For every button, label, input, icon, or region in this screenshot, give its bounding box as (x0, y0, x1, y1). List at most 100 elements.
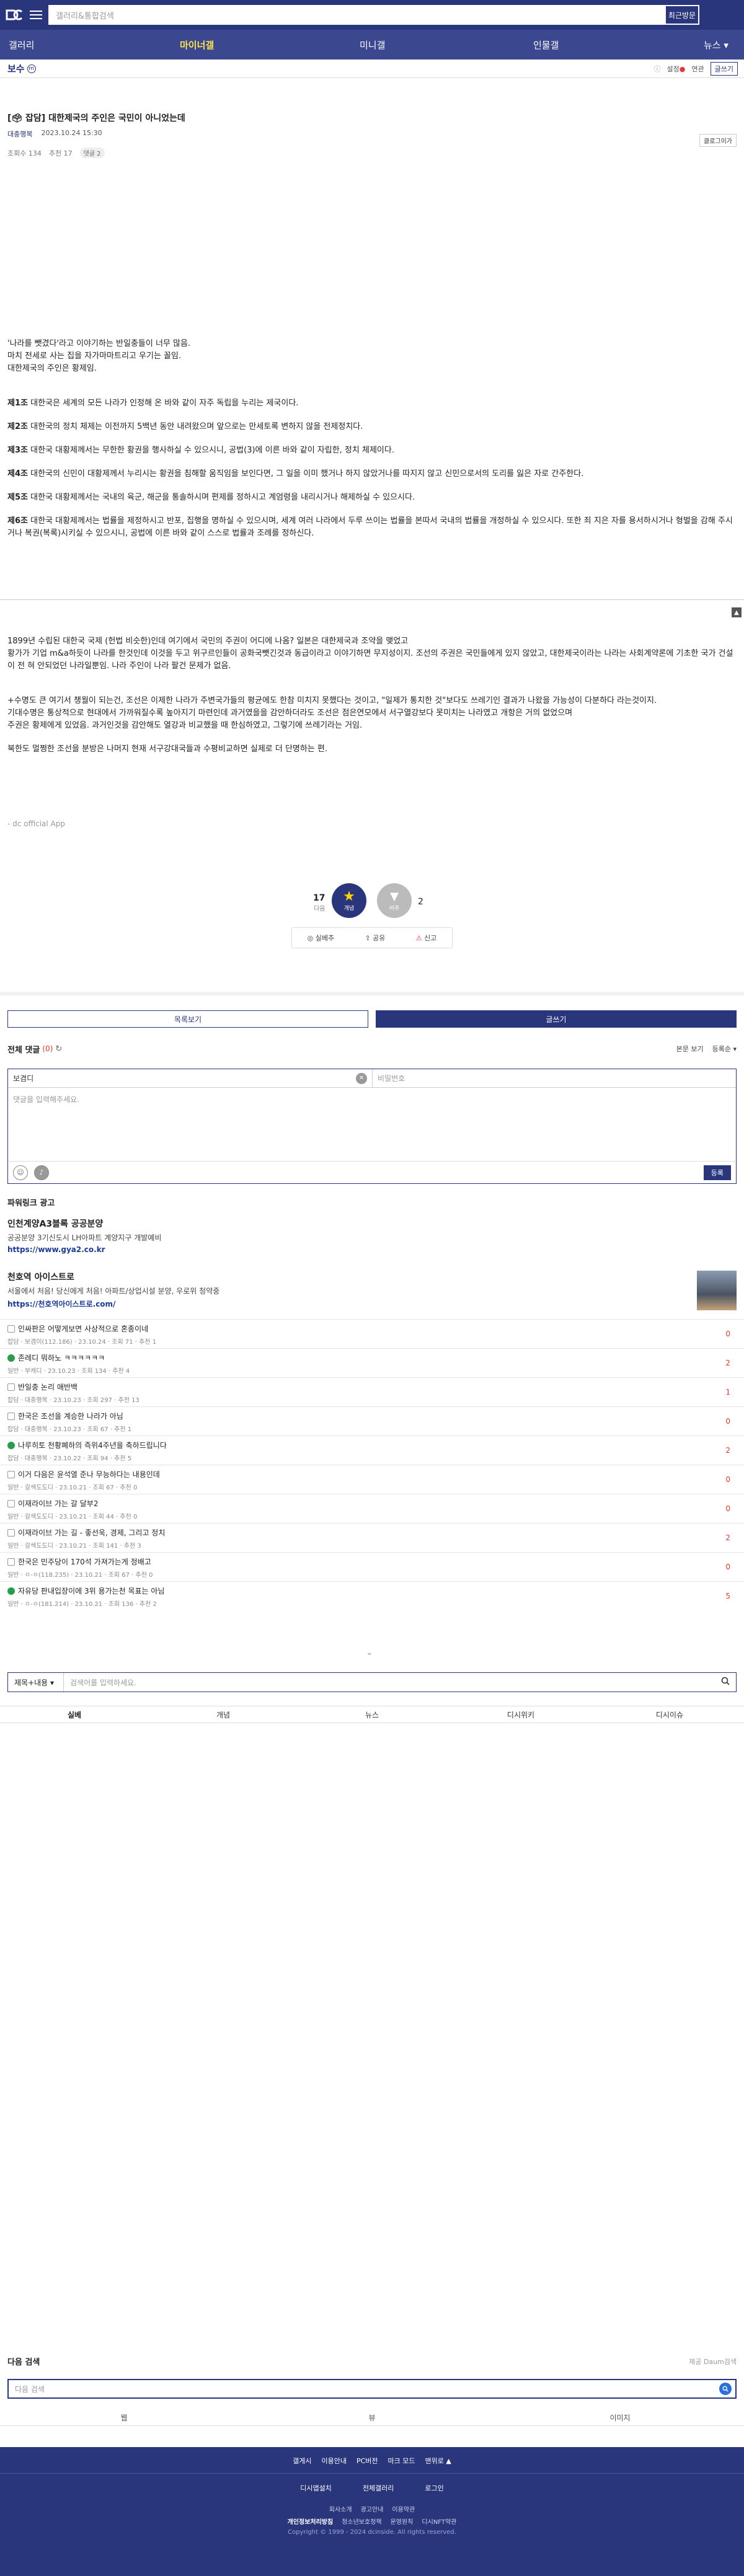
ad-image[interactable] (697, 1271, 737, 1310)
item-title: 인싸판은 어떻게보면 사상적으로 혼종이네 (18, 1325, 149, 1333)
footer-link[interactable]: 광고안내 (361, 2504, 384, 2513)
password-field[interactable]: 비밀번호 (373, 1069, 736, 1088)
ad-item[interactable]: 인천계양A3블록 공공분양 공공분양 3기신도시 LH아파트 계양지구 개발예비… (7, 1217, 737, 1254)
comments-count: (0) (42, 1044, 53, 1053)
footer-link[interactable]: 갤게시 (293, 2456, 311, 2466)
list-item[interactable]: 존레디 뭐하노 ㅋㅋㅋㅋㅋㅋ 일반 · 부캐디 · 23.10.23 · 조회 1… (0, 1348, 744, 1377)
settings-link[interactable]: 설정● (667, 64, 686, 74)
nav-minor-gallery[interactable]: 마이너갤 (180, 30, 214, 60)
nav-mini-gallery[interactable]: 미니갤 (360, 30, 385, 60)
app-signature: - dc official App (7, 819, 65, 828)
bottom-tabs: 실베 개념 뉴스 디시위키 디시이슈 (0, 1706, 744, 1723)
comment-textarea[interactable]: 댓글을 입력해주세요. (13, 1094, 79, 1105)
voice-comment-icon[interactable]: ♪ (34, 1165, 49, 1180)
article-5: 제5조 대한국 대황제께서는 국내의 육군, 해군을 통솔하시며 편제를 정하시… (7, 492, 737, 504)
list-item[interactable]: 인싸판은 어떻게보면 사상적으로 혼종이네 잡담 · 보겸이(112.186) ·… (0, 1319, 744, 1348)
gallery-name[interactable]: 보수 (7, 62, 25, 75)
item-meta: 일반 · ㅇ-ㅇ(181.214) · 23.10.21 · 조회 136 · … (7, 1601, 157, 1608)
scroll-toggle-icon[interactable]: ▲ (732, 607, 742, 617)
item-comment-count: 0 (725, 1330, 730, 1338)
share-button[interactable]: ⇪ 공유 (365, 933, 385, 943)
footer-link[interactable]: 청소년보호정책 (342, 2516, 381, 2526)
write-button-top[interactable]: 글쓰기 (710, 62, 738, 76)
search-icon[interactable] (721, 1677, 730, 1688)
daum-search-input[interactable]: 다음 검색 (7, 2379, 737, 2399)
footer-link[interactable]: 디시앱설치 (300, 2483, 332, 2493)
footer-link[interactable]: 개인정보처리방침 (288, 2516, 334, 2526)
up-count-number: 17 (313, 893, 326, 903)
tab-best[interactable]: 실베 (0, 1706, 149, 1722)
ad-link[interactable]: https://www.gya2.co.kr (7, 1245, 737, 1254)
footer-link[interactable]: PC버전 (356, 2456, 378, 2466)
list-item[interactable]: 자유당 판내입장이에 3위 용가는천 목표는 아님 일반 · ㅇ-ㅇ(181.21… (0, 1581, 744, 1610)
image-icon (7, 1383, 15, 1391)
gallery-search-input[interactable]: 검색어를 입력하세요. (64, 1677, 136, 1688)
body-line: +수명도 큰 여기서 챙월이 되는건, 조선은 이제한 나라가 주변국가들의 평… (7, 696, 657, 705)
chevron-down-icon[interactable]: ⌄ (366, 1647, 373, 1657)
list-item[interactable]: 나루히토 천황폐하의 즉위4주년을 축하드립니다 잡담 · 대충행복 · 23.1… (0, 1436, 744, 1465)
recent-visits-button[interactable]: 최근방문 (665, 5, 699, 25)
ad-desc: 공공분양 3기신도시 LH아파트 계양지구 개발예비 (7, 1233, 162, 1242)
footer-link[interactable]: 회사소개 (329, 2504, 352, 2513)
search-icon[interactable] (719, 2383, 732, 2395)
dc-logo[interactable] (4, 4, 25, 25)
ad-item[interactable]: 천호역 아이스트로 서울에서 처음! 당신에게 처음! 아파트/상업시설 분양,… (7, 1271, 737, 1314)
clear-icon[interactable]: ✕ (356, 1072, 367, 1084)
back-to-top-link[interactable]: 맨위로 ▲ (425, 2456, 451, 2466)
search-type-select[interactable]: 제목+내용 ▾ (8, 1673, 64, 1692)
footer-link[interactable]: 이용약관 (392, 2504, 415, 2513)
footer-link[interactable]: 마크 모드 (388, 2456, 415, 2466)
upvote-button[interactable]: ★ 개념 (332, 883, 366, 918)
post-author[interactable]: 대충행복 (7, 129, 32, 139)
sort-select[interactable]: 등록순 ▾ (712, 1044, 737, 1054)
list-item[interactable]: 이거 다음은 윤석열 준나 무능하다는 내용인데 일반 · 갈색도도디 · 23.… (0, 1465, 744, 1494)
list-button[interactable]: 목록보기 (7, 1010, 368, 1028)
footer-link[interactable]: 전체갤러리 (363, 2483, 394, 2493)
list-item[interactable]: 반일충 논리 애반백 잡담 · 대충행복 · 23.10.23 · 조회 297 … (0, 1377, 744, 1406)
nav-news[interactable]: 뉴스 ▾ (704, 30, 728, 60)
item-meta: 잡담 · 대충행복 · 23.10.23 · 조회 67 · 추천 1 (7, 1426, 132, 1433)
list-item[interactable]: 한국은 조선을 계승한 나라가 아님 잡담 · 대충행복 · 23.10.23 ·… (0, 1406, 744, 1436)
nav-gallery[interactable]: 갤러리 (9, 30, 34, 60)
nickname-field[interactable]: 보겸디 ✕ (8, 1069, 373, 1088)
footer-link[interactable]: 이용안내 (322, 2456, 347, 2466)
refresh-icon[interactable]: ↻ (55, 1044, 62, 1054)
tab-image[interactable]: 이미지 (496, 2410, 744, 2425)
item-comment-count: 0 (725, 1417, 730, 1426)
footer-link[interactable]: 로그인 (425, 2483, 443, 2493)
tab-dcwiki[interactable]: 디시위키 (446, 1706, 595, 1722)
ad-link[interactable]: https://천호역아이스트로.com/ (7, 1299, 737, 1309)
minor-gallery-badge: m (27, 64, 36, 73)
footer-link[interactable]: 운영원칙 (391, 2516, 414, 2526)
comment-submit-button[interactable]: 등록 (703, 1165, 731, 1180)
vote-area: 17 다음 ★ 개념 ▼ 비추 2 (0, 883, 744, 920)
tab-concept[interactable]: 개념 (149, 1706, 298, 1722)
tab-view[interactable]: 뷰 (248, 2410, 496, 2425)
menu-icon[interactable] (30, 9, 42, 21)
tab-news[interactable]: 뉴스 (298, 1706, 446, 1722)
top-bar: 갤러리&통합검색 최근방문 (0, 0, 744, 30)
nav-person-gallery[interactable]: 인물갤 (533, 30, 559, 60)
post-body-2: 1899년 수립된 대한국 국제 (헌법 비슷한)인데 여기에서 국민의 주권이… (7, 635, 737, 830)
list-item[interactable]: 한국은 민주당이 170석 가져가는게 정배고 일반 · ㅇ-ㅇ(118.235)… (0, 1552, 744, 1581)
search-input[interactable]: 갤러리&통합검색 최근방문 (48, 5, 699, 25)
list-item[interactable]: 이재라이브 가는 길 - 좋선욱, 경제, 그리고 정치 일반 · 갈색도도디 ·… (0, 1523, 744, 1552)
image-icon (7, 1470, 15, 1478)
footer-link[interactable]: 디시NFT약관 (422, 2516, 456, 2526)
write-button[interactable]: 글쓰기 (376, 1010, 737, 1028)
article-number: 제1조 (7, 399, 28, 408)
downvote-button[interactable]: ▼ 비추 (377, 883, 412, 918)
view-body-button[interactable]: 본문 보기 (676, 1044, 704, 1054)
list-item[interactable]: 이재라이브 가는 갈 달부2 일반 · 갈색도도디 · 23.10.21 · 조회… (0, 1494, 744, 1523)
emoji-icon[interactable]: ☺ (13, 1165, 28, 1180)
best-button[interactable]: ◎ 실베추 (308, 933, 334, 943)
tab-dcissue[interactable]: 디시이슈 (595, 1706, 744, 1722)
related-link[interactable]: 연관 (691, 64, 704, 74)
tab-web[interactable]: 웹 (0, 2410, 248, 2425)
best-label: 실베추 (315, 934, 335, 942)
mobile-view-button[interactable]: 클로그이가 (699, 134, 737, 147)
article-3: 제3조 대한국 대황제께서는 무한한 황권을 행사하실 수 있으시니, 공법(3… (7, 444, 737, 457)
info-icon[interactable]: ⓘ (654, 64, 661, 74)
comment-count-badge[interactable]: 댓글 2 (79, 148, 105, 158)
report-button[interactable]: ⚠ 신고 (416, 933, 437, 943)
